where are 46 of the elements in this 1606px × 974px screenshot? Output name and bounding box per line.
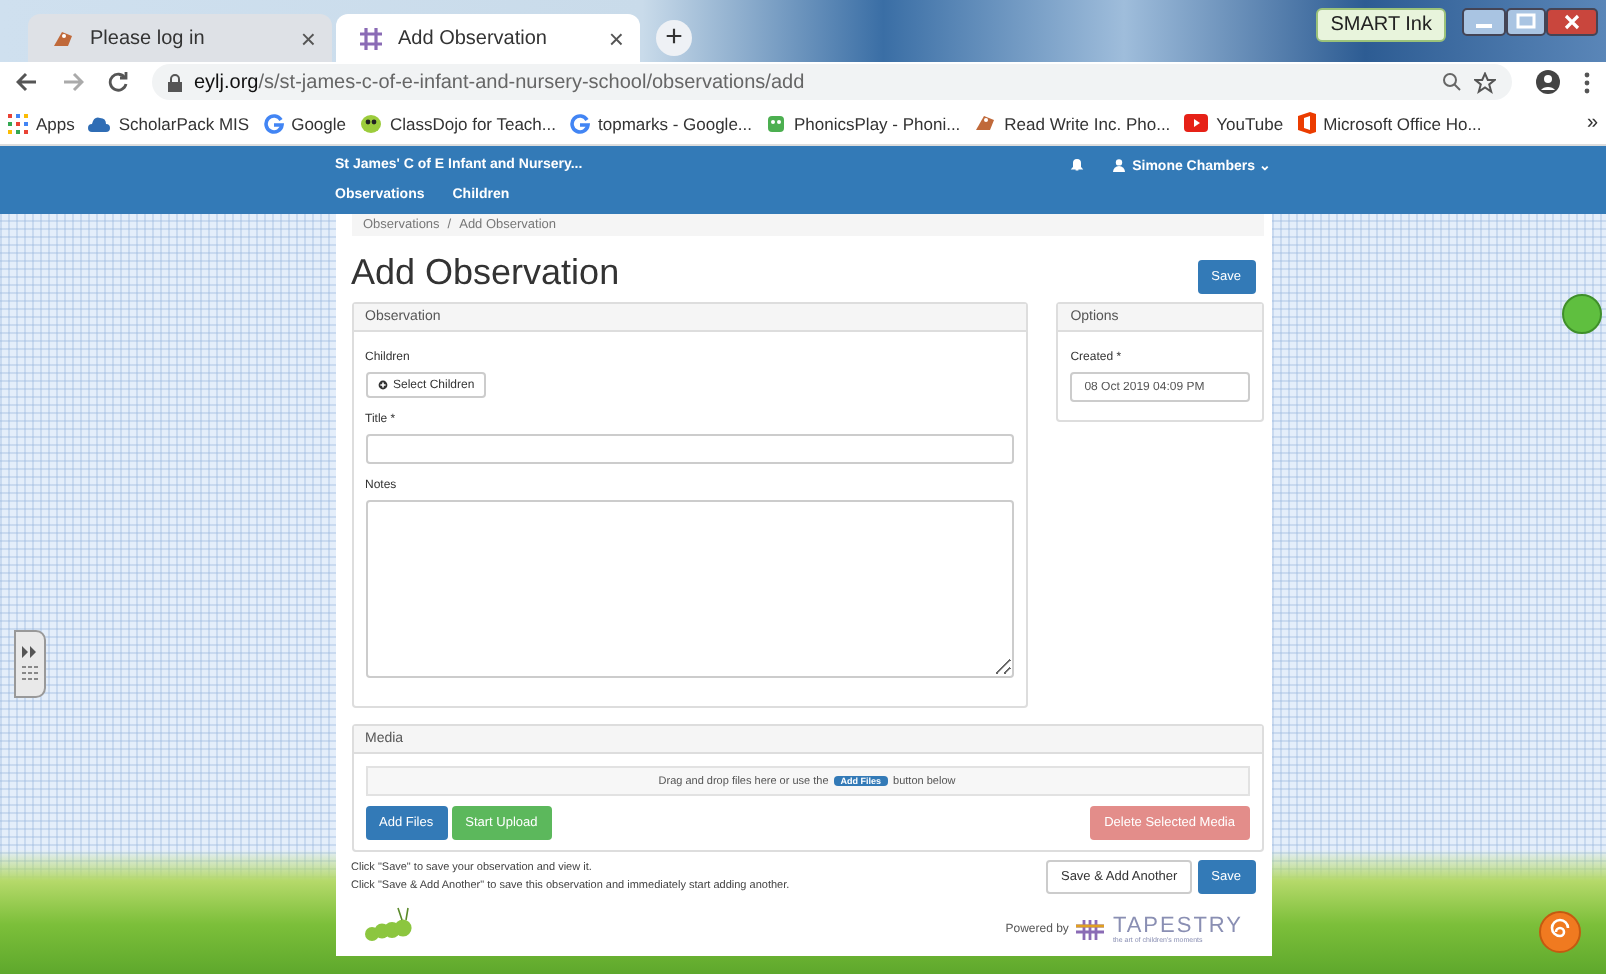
bird-icon [974, 112, 997, 134]
bookmark-link[interactable]: ClassDojo for Teach... [360, 112, 556, 134]
google-icon [570, 113, 590, 133]
bookmark-link[interactable]: Microsoft Office Ho... [1297, 112, 1482, 134]
menu-icon[interactable] [1584, 71, 1590, 93]
star-icon[interactable] [1474, 71, 1496, 93]
browser-tab[interactable]: Please log in × [28, 14, 332, 62]
close-icon[interactable] [1546, 8, 1598, 36]
browser-tab[interactable]: Add Observation × [336, 14, 640, 62]
title-input-field[interactable] [365, 434, 1015, 464]
google-icon [263, 113, 284, 133]
lock-icon [168, 73, 182, 91]
play-icon [1184, 114, 1209, 132]
bell-icon[interactable] [1070, 158, 1085, 173]
side-panel-handle[interactable] [14, 630, 46, 698]
bird-icon [52, 27, 74, 49]
snail-icon [1538, 910, 1582, 954]
apps-icon[interactable] [8, 113, 28, 133]
office-icon [1297, 112, 1316, 134]
robot-icon [766, 112, 787, 134]
maximize-icon[interactable] [1506, 8, 1546, 36]
bookmark-link[interactable]: ScholarPack MIS [88, 113, 250, 133]
account-icon[interactable] [1536, 70, 1560, 94]
bookmark-link[interactable]: Read Write Inc. Pho... [974, 112, 1171, 134]
grid-icon [360, 27, 382, 49]
minimize-icon[interactable] [1462, 8, 1506, 36]
zoom-icon[interactable] [1442, 72, 1462, 92]
plus-icon [377, 380, 387, 390]
back-icon[interactable] [16, 72, 38, 92]
smart-ink-toolbar[interactable]: SMART Ink [1316, 8, 1446, 42]
new-tab-button[interactable]: + [656, 20, 692, 56]
address-bar[interactable]: eylj.org/s/st-james-c-of-e-infant-and-nursery-school/observations/add [152, 64, 1512, 100]
cloud-icon [88, 115, 111, 131]
more-bookmarks-button[interactable]: » [1586, 112, 1598, 134]
bookmark-link[interactable]: YouTube [1184, 113, 1284, 133]
ball-icon[interactable] [1562, 294, 1602, 334]
bookmark-link[interactable]: PhonicsPlay - Phoni... [766, 112, 961, 134]
grid-logo-icon [1076, 920, 1105, 941]
brand-name: TAPESTRY [1112, 916, 1243, 938]
monster-icon [360, 112, 382, 134]
user-icon [1112, 158, 1127, 173]
page-title: Add Observation [351, 252, 620, 294]
bookmark-link[interactable]: Apps [8, 113, 75, 133]
reload-icon[interactable] [108, 72, 128, 92]
bookmark-link[interactable]: topmarks - Google... [570, 113, 753, 133]
bookmark-link[interactable]: Google [263, 113, 346, 133]
